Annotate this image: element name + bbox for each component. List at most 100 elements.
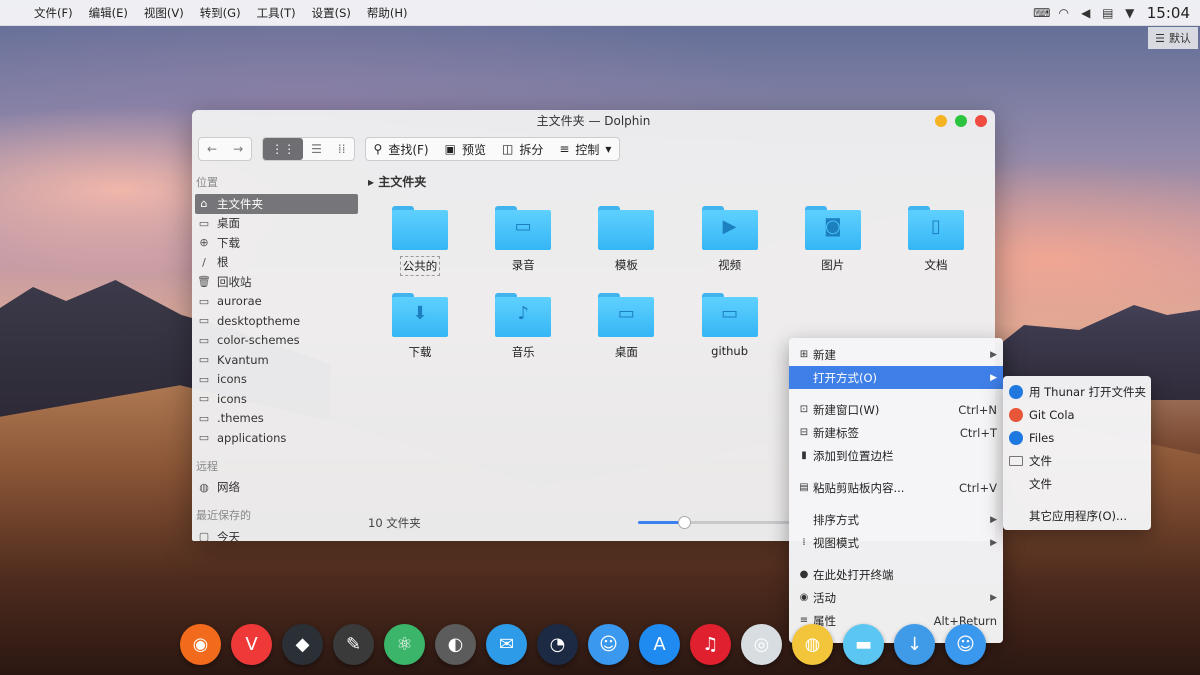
open-with-label: 文件 xyxy=(1029,453,1052,468)
details-view-button[interactable]: ☰ xyxy=(303,138,330,160)
context-menu-item[interactable]: ⊡ 新建窗口(W) Ctrl+N xyxy=(789,398,1003,421)
folder-item[interactable]: 公共的 xyxy=(380,206,460,276)
wifi-icon[interactable]: ◠ xyxy=(1053,6,1075,20)
open-with-item[interactable]: 其它应用程序(O)... xyxy=(1003,504,1151,527)
sidebar-item-label: applications xyxy=(217,430,287,445)
inkscape-icon[interactable]: ✎ xyxy=(333,624,374,665)
chrome-icon[interactable]: ◍ xyxy=(792,624,833,665)
speedometer-icon[interactable]: ◔ xyxy=(537,624,578,665)
open-with-item[interactable]: Git Cola xyxy=(1003,403,1151,426)
split-button[interactable]: ◫ 拆分 xyxy=(494,138,551,160)
downloader-icon[interactable]: ↓ xyxy=(894,624,935,665)
clock[interactable]: 15:04 xyxy=(1141,4,1200,22)
sidebar-item[interactable]: ⊕ 下载 xyxy=(195,233,358,253)
menu-tools[interactable]: 工具(T) xyxy=(249,5,304,21)
keyboard-icon[interactable]: ⌨ xyxy=(1031,6,1053,20)
open-with-item[interactable]: 文件 xyxy=(1003,472,1151,495)
sidebar-item[interactable]: 🗑 回收站 xyxy=(195,272,358,292)
context-menu-item[interactable]: ⊟ 新建标签 Ctrl+T xyxy=(789,421,1003,444)
clipboard-icon[interactable]: ▤ xyxy=(1097,6,1119,20)
context-menu-item[interactable]: 打开方式(O) ▶ xyxy=(789,366,1003,389)
volume-icon[interactable]: ◀ xyxy=(1075,6,1097,20)
blue-folder-icon[interactable]: ▬ xyxy=(843,624,884,665)
mail-icon[interactable]: ✉ xyxy=(486,624,527,665)
sidebar-item[interactable]: ▭ Kvantum xyxy=(195,350,358,370)
app-store-icon[interactable]: A xyxy=(639,624,680,665)
netease-music-icon[interactable]: ♫ xyxy=(690,624,731,665)
finder-icon-2[interactable]: ☺ xyxy=(945,624,986,665)
menu-view[interactable]: 视图(V) xyxy=(136,5,192,21)
sidebar-item[interactable]: ▭ color-schemes xyxy=(195,331,358,351)
vivaldi-icon[interactable]: V xyxy=(231,624,272,665)
menu-separator xyxy=(789,467,1003,476)
menu-file[interactable]: 文件(F) xyxy=(26,5,81,21)
cube-icon[interactable]: ◆ xyxy=(282,624,323,665)
sidebar-item[interactable]: ▭ 桌面 xyxy=(195,214,358,234)
context-menu-item[interactable]: ▮ 添加到位置边栏 xyxy=(789,444,1003,467)
context-menu-item[interactable]: ⁞ 视图模式 ▶ xyxy=(789,531,1003,554)
zoom-slider-handle[interactable] xyxy=(677,516,691,529)
breadcrumb[interactable]: ▸ 主文件夹 xyxy=(368,173,426,190)
calendar-icon: ▢ xyxy=(198,530,210,541)
camera-icon[interactable]: ◎ xyxy=(741,624,782,665)
folder-item[interactable]: ⬇ 下载 xyxy=(380,293,460,361)
context-menu-item[interactable]: ● 在此处打开终端 xyxy=(789,563,1003,586)
toggle-icon[interactable]: ◐ xyxy=(435,624,476,665)
sidebar-item[interactable]: ▭ desktoptheme xyxy=(195,311,358,331)
open-with-item[interactable]: 用 Thunar 打开文件夹 xyxy=(1003,380,1151,403)
folder-item[interactable]: ♪ 音乐 xyxy=(483,293,563,361)
context-menu-item[interactable]: 排序方式 ▶ xyxy=(789,508,1003,531)
menu-go[interactable]: 转到(G) xyxy=(192,5,249,21)
folder-item[interactable]: ◙ 图片 xyxy=(793,206,873,274)
icons-view-button[interactable]: ⋮⋮ xyxy=(263,138,304,160)
folder-item[interactable]: ▯ 文档 xyxy=(896,206,976,274)
sidebar-item[interactable]: / 根 xyxy=(195,253,358,273)
close-button[interactable] xyxy=(975,115,987,127)
documents-folder-icon: ▯ xyxy=(908,206,964,250)
sidebar-item[interactable]: ⌂ 主文件夹 xyxy=(195,194,358,214)
folder-item[interactable]: ▭ 桌面 xyxy=(586,293,666,361)
forward-button[interactable]: → xyxy=(225,138,251,160)
sidebar-item[interactable]: ▭ icons xyxy=(195,370,358,390)
folder-icon: ▭ xyxy=(198,294,210,308)
folder-item[interactable]: 模板 xyxy=(586,206,666,274)
zoom-slider[interactable] xyxy=(638,516,808,529)
menu-settings[interactable]: 设置(S) xyxy=(304,5,359,21)
bookmark-icon: ▮ xyxy=(801,450,807,461)
sidebar-item[interactable]: ▢ 今天 xyxy=(195,527,358,541)
folder-item[interactable]: ▭ github xyxy=(690,293,770,359)
compact-view-button[interactable]: ⁞⁞ xyxy=(330,138,354,160)
git-cola-icon xyxy=(1009,407,1023,422)
minimize-button[interactable] xyxy=(935,115,947,127)
atom-icon[interactable]: ⚛ xyxy=(384,624,425,665)
layout-badge[interactable]: ☰ 默认 xyxy=(1148,27,1198,49)
tray-expand-icon[interactable]: ▼ xyxy=(1119,6,1141,20)
menu-help[interactable]: 帮助(H) xyxy=(359,5,416,21)
menu-edit[interactable]: 编辑(E) xyxy=(81,5,136,21)
context-menu-item[interactable]: ◉ 活动 ▶ xyxy=(789,586,1003,609)
open-with-item[interactable]: Files xyxy=(1003,426,1151,449)
find-button[interactable]: ⚲ 查找(F) xyxy=(366,138,437,160)
back-button[interactable]: ← xyxy=(199,138,225,160)
sidebar-item-label: desktoptheme xyxy=(217,313,301,328)
firefox-icon[interactable]: ◉ xyxy=(180,624,221,665)
maximize-button[interactable] xyxy=(955,115,967,127)
window-titlebar[interactable]: 主文件夹 — Dolphin xyxy=(192,110,995,132)
control-button[interactable]: ≡ 控制 ▾ xyxy=(551,138,619,160)
sidebar-item[interactable]: ◍ 网络 xyxy=(195,478,358,498)
sidebar-item[interactable]: ▭ icons xyxy=(195,389,358,409)
sidebar-item[interactable]: ▭ .themes xyxy=(195,409,358,429)
sidebar-item[interactable]: ▭ aurorae xyxy=(195,292,358,312)
folder-icon: ▭ xyxy=(198,333,210,347)
sidebar-item[interactable]: ▭ applications xyxy=(195,428,358,448)
context-menu-item[interactable]: ⊞ 新建 ▶ xyxy=(789,343,1003,366)
context-menu-item[interactable]: ▤ 粘贴剪贴板内容... Ctrl+V xyxy=(789,476,1003,499)
remote-list: ◍ 网络 xyxy=(195,478,358,498)
finder-icon[interactable]: ☺ xyxy=(588,624,629,665)
music-folder-icon: ♪ xyxy=(495,293,552,337)
preview-button[interactable]: ▣ 预览 xyxy=(437,138,494,160)
folder-item[interactable]: ▶ 视频 xyxy=(690,206,770,274)
context-menu-label: 新建标签 xyxy=(813,425,859,440)
open-with-item[interactable]: 文件 xyxy=(1003,449,1151,472)
folder-item[interactable]: ▭ 录音 xyxy=(483,206,563,274)
